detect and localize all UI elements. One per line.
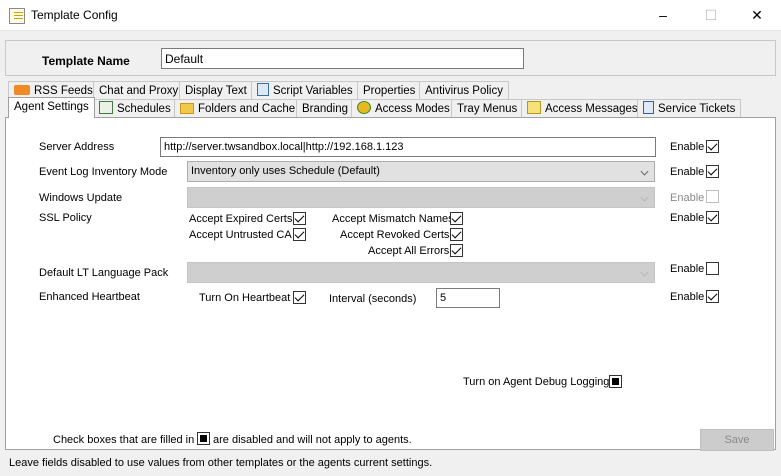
- tab-label: Service Tickets: [658, 103, 736, 115]
- language-pack-select[interactable]: [187, 262, 655, 283]
- interval-input[interactable]: [436, 288, 500, 308]
- template-name-input[interactable]: [161, 48, 524, 69]
- template-name-label: Template Name: [42, 54, 130, 68]
- tab-label: Agent Settings: [14, 101, 89, 113]
- app-icon: [9, 8, 25, 24]
- folder-icon: [180, 103, 194, 114]
- tab-tray-menus[interactable]: Tray Menus: [451, 99, 524, 118]
- heartbeat-enable-label: Enable: [670, 291, 705, 303]
- footer-note-1-start: Check boxes that are filled in: [53, 434, 195, 446]
- message-icon: [527, 101, 541, 114]
- server-address-enable-label: Enable: [670, 141, 705, 153]
- tab-display-text[interactable]: Display Text: [179, 81, 253, 100]
- accept-mismatch-checkbox[interactable]: [450, 212, 463, 225]
- event-log-select[interactable]: Inventory only uses Schedule (Default): [187, 161, 655, 182]
- tab-branding[interactable]: Branding: [296, 99, 355, 118]
- heartbeat-label: Enhanced Heartbeat: [39, 291, 140, 303]
- tab-label: Display Text: [185, 85, 247, 97]
- filled-checkbox-example: [197, 432, 210, 445]
- debug-logging-label: Turn on Agent Debug Logging: [463, 376, 610, 388]
- window-title: Template Config: [31, 8, 118, 22]
- accept-untrusted-checkbox[interactable]: [293, 228, 306, 241]
- tab-label: RSS Feeds: [34, 85, 93, 97]
- footer-note-1-end: are disabled and will not apply to agent…: [213, 434, 412, 446]
- accept-mismatch-label: Accept Mismatch Names: [332, 213, 454, 225]
- tab-agent-settings[interactable]: Agent Settings: [8, 97, 95, 118]
- tab-properties[interactable]: Properties: [357, 81, 422, 100]
- save-button[interactable]: Save: [700, 429, 774, 451]
- maximize-button[interactable]: ☐: [688, 0, 734, 31]
- server-address-input[interactable]: [160, 137, 656, 157]
- tab-chat-and-proxy[interactable]: Chat and Proxy: [93, 81, 185, 100]
- heartbeat-enable-checkbox[interactable]: [706, 290, 719, 303]
- event-log-enable-label: Enable: [670, 166, 705, 178]
- language-pack-enable-checkbox[interactable]: [706, 262, 719, 275]
- windows-update-label: Windows Update: [39, 192, 123, 204]
- footer-note-2: Leave fields disabled to use values from…: [9, 457, 433, 469]
- accept-all-label: Accept All Errors: [368, 245, 450, 257]
- ssl-policy-enable-label: Enable: [670, 212, 705, 224]
- tab-label: Schedules: [117, 103, 171, 115]
- tab-label: Chat and Proxy: [99, 85, 179, 97]
- ssl-policy-enable-checkbox[interactable]: [706, 211, 719, 224]
- tab-access-modes[interactable]: Access Modes: [351, 99, 456, 118]
- accept-revoked-checkbox[interactable]: [450, 228, 463, 241]
- tab-label: Antivirus Policy: [425, 85, 503, 97]
- chevron-down-icon: [640, 268, 649, 277]
- windows-update-enable-checkbox[interactable]: [706, 190, 719, 203]
- schedule-icon: [99, 101, 113, 114]
- tab-label: Branding: [302, 103, 349, 115]
- script-icon: [257, 83, 269, 96]
- tab-label: Tray Menus: [457, 103, 518, 115]
- tab-access-messages[interactable]: Access Messages: [521, 99, 644, 118]
- interval-label: Interval (seconds): [329, 293, 417, 305]
- chevron-down-icon: [640, 167, 649, 176]
- title-bar: Template Config – ☐ ✕: [0, 0, 781, 31]
- language-pack-enable-label: Enable: [670, 263, 705, 275]
- debug-logging-checkbox[interactable]: [609, 375, 622, 388]
- tab-folders-and-cache[interactable]: Folders and Cache: [174, 99, 302, 118]
- turn-on-heartbeat-label: Turn On Heartbeat: [199, 292, 291, 304]
- event-log-label: Event Log Inventory Mode: [39, 166, 168, 178]
- accept-all-checkbox[interactable]: [450, 244, 463, 257]
- language-pack-label: Default LT Language Pack: [39, 267, 169, 279]
- rss-icon: [14, 85, 30, 95]
- ticket-icon: [643, 101, 654, 114]
- windows-update-select[interactable]: [187, 187, 655, 208]
- chevron-down-icon: [640, 193, 649, 202]
- tab-label: Script Variables: [273, 85, 353, 97]
- event-log-value: Inventory only uses Schedule (Default): [191, 165, 380, 177]
- server-address-enable-checkbox[interactable]: [706, 140, 719, 153]
- accept-expired-checkbox[interactable]: [293, 212, 306, 225]
- server-address-label: Server Address: [39, 141, 115, 153]
- tab-script-variables[interactable]: Script Variables: [251, 81, 359, 100]
- event-log-enable-checkbox[interactable]: [706, 165, 719, 178]
- tab-schedules[interactable]: Schedules: [93, 99, 177, 118]
- accept-expired-label: Accept Expired Certs: [189, 213, 293, 225]
- tab-label: Access Messages: [545, 103, 638, 115]
- windows-update-enable-label: Enable: [670, 192, 705, 204]
- turn-on-heartbeat-checkbox[interactable]: [293, 291, 306, 304]
- accept-untrusted-label: Accept Untrusted CA: [189, 229, 292, 241]
- tab-label: Properties: [363, 85, 416, 97]
- accept-revoked-label: Accept Revoked Certs: [340, 229, 450, 241]
- tab-label: Folders and Cache: [198, 103, 296, 115]
- access-modes-icon: [357, 101, 371, 114]
- tab-service-tickets[interactable]: Service Tickets: [637, 99, 742, 118]
- tab-antivirus-policy[interactable]: Antivirus Policy: [419, 81, 509, 100]
- tab-label: Access Modes: [375, 103, 450, 115]
- ssl-policy-label: SSL Policy: [39, 212, 92, 224]
- close-button[interactable]: ✕: [734, 0, 780, 31]
- minimize-button[interactable]: –: [640, 0, 686, 31]
